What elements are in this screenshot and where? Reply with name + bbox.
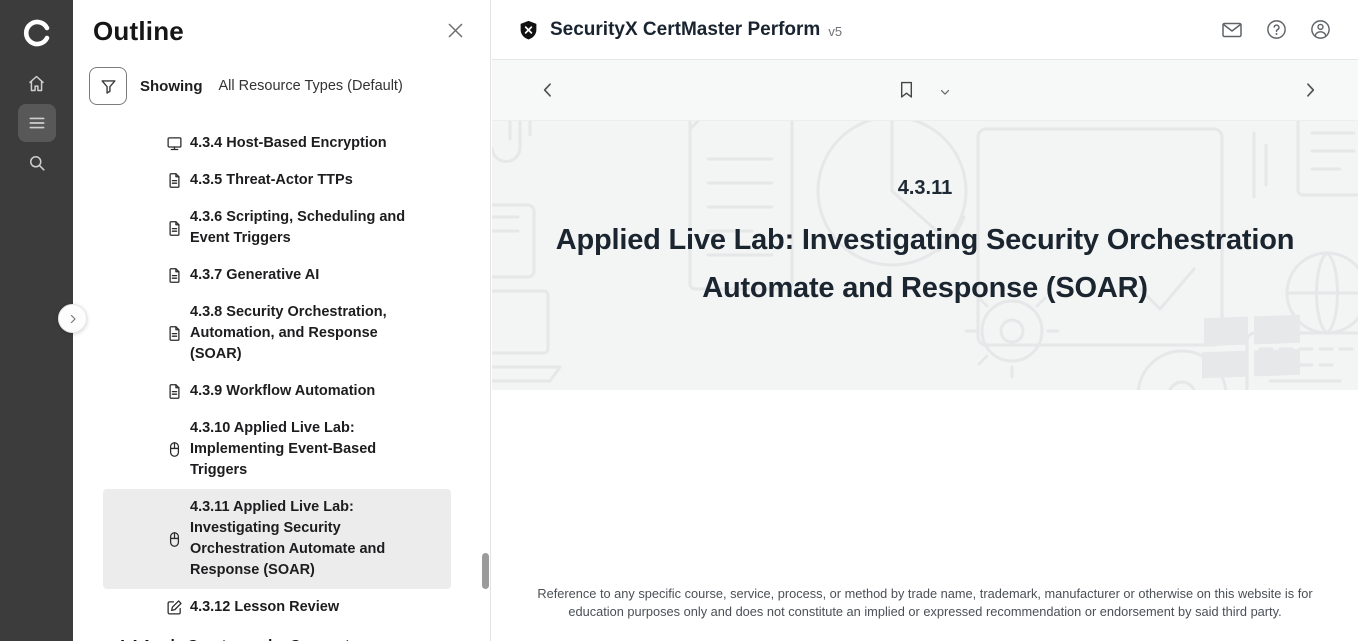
lesson-toolbar (492, 60, 1358, 121)
app-window: Outline Showing All Resource Types (Defa… (0, 0, 1358, 641)
course-header: SecurityX CertMaster Perform v5 (492, 0, 1358, 60)
help-icon[interactable] (1265, 18, 1288, 41)
edit-icon (166, 599, 183, 616)
outline-panel-title: Outline (93, 16, 184, 47)
chevron-down-icon[interactable] (938, 85, 952, 104)
outline-item[interactable]: 4.3.4 Host-Based Encryption (103, 125, 451, 162)
chevron-right-icon (67, 313, 79, 325)
main-content: SecurityX CertMaster Perform v5 (492, 0, 1358, 641)
bookmark-icon[interactable] (896, 78, 917, 107)
document-icon (166, 325, 183, 342)
mouse-icon (166, 531, 183, 548)
lesson-hero: 4.3.11 Applied Live Lab: Investigating S… (492, 121, 1358, 390)
next-lesson-icon[interactable] (1300, 80, 1320, 105)
comptia-logo (21, 4, 53, 62)
outline-item-selected[interactable]: 4.3.11 Applied Live Lab: Investigating S… (103, 489, 451, 589)
outline-item[interactable]: 4.3.10 Applied Live Lab: Implementing Ev… (103, 410, 451, 489)
outline-item[interactable]: 4.3.9 Workflow Automation (103, 373, 451, 410)
outline-scrollbar-thumb[interactable] (482, 553, 489, 589)
outline-list: 4.3.4 Host-Based Encryption 4.3.5 Threat-… (73, 125, 490, 626)
document-icon (166, 172, 183, 189)
outline-item-label: 4.3.7 Generative AI (190, 265, 319, 286)
menu-icon (27, 113, 47, 133)
mouse-icon (166, 441, 183, 458)
mail-icon[interactable] (1220, 18, 1244, 42)
document-icon (166, 267, 183, 284)
outline-item[interactable]: 4.3.8 Security Orchestration, Automation… (103, 294, 451, 373)
showing-label: Showing (140, 78, 203, 95)
outline-item-label: 4.3.10 Applied Live Lab: Implementing Ev… (190, 418, 425, 481)
course-title: SecurityX CertMaster Perform (550, 19, 820, 41)
close-icon[interactable] (445, 20, 466, 46)
lesson-title: Applied Live Lab: Investigating Security… (493, 216, 1357, 312)
panel-expand-button[interactable] (58, 304, 87, 333)
outline-item-label: 4.3.12 Lesson Review (190, 597, 339, 618)
document-icon (166, 220, 183, 237)
outline-item-label: 4.3.6 Scripting, Scheduling and Event Tr… (190, 207, 425, 249)
search-button[interactable] (18, 144, 56, 182)
outline-item-label: 4.3.11 Applied Live Lab: Investigating S… (190, 497, 425, 581)
outline-item[interactable]: 4.3.12 Lesson Review (103, 589, 451, 626)
course-version: v5 (828, 24, 842, 39)
funnel-icon (99, 77, 118, 96)
lesson-body: Reference to any specific course, servic… (492, 390, 1358, 641)
next-section-heading[interactable]: 4.4 Apply Cryptography Concepts (117, 637, 490, 641)
home-button[interactable] (18, 64, 56, 102)
outline-item[interactable]: 4.3.6 Scripting, Scheduling and Event Tr… (103, 199, 451, 257)
monitor-icon (166, 135, 183, 152)
outline-item[interactable]: 4.3.5 Threat-Actor TTPs (103, 162, 451, 199)
account-icon[interactable] (1309, 18, 1332, 41)
outline-item-label: 4.3.5 Threat-Actor TTPs (190, 170, 353, 191)
previous-lesson-icon[interactable] (538, 80, 558, 105)
outline-item-label: 4.3.9 Workflow Automation (190, 381, 375, 402)
outline-item[interactable]: 4.3.7 Generative AI (103, 257, 451, 294)
outline-item-label: 4.3.4 Host-Based Encryption (190, 133, 387, 154)
outline-item-label: 4.3.8 Security Orchestration, Automation… (190, 302, 425, 365)
disclaimer-text: Reference to any specific course, servic… (530, 585, 1320, 621)
shield-logo-icon (518, 19, 539, 41)
document-icon (166, 383, 183, 400)
outline-panel: Outline Showing All Resource Types (Defa… (73, 0, 491, 641)
filter-button[interactable] (89, 67, 127, 105)
course-brand: SecurityX CertMaster Perform v5 (518, 19, 842, 41)
outline-toggle-button[interactable] (18, 104, 56, 142)
filter-value[interactable]: All Resource Types (Default) (219, 78, 403, 94)
home-icon (26, 73, 47, 94)
lesson-number: 4.3.11 (492, 121, 1358, 200)
search-icon (27, 153, 47, 173)
